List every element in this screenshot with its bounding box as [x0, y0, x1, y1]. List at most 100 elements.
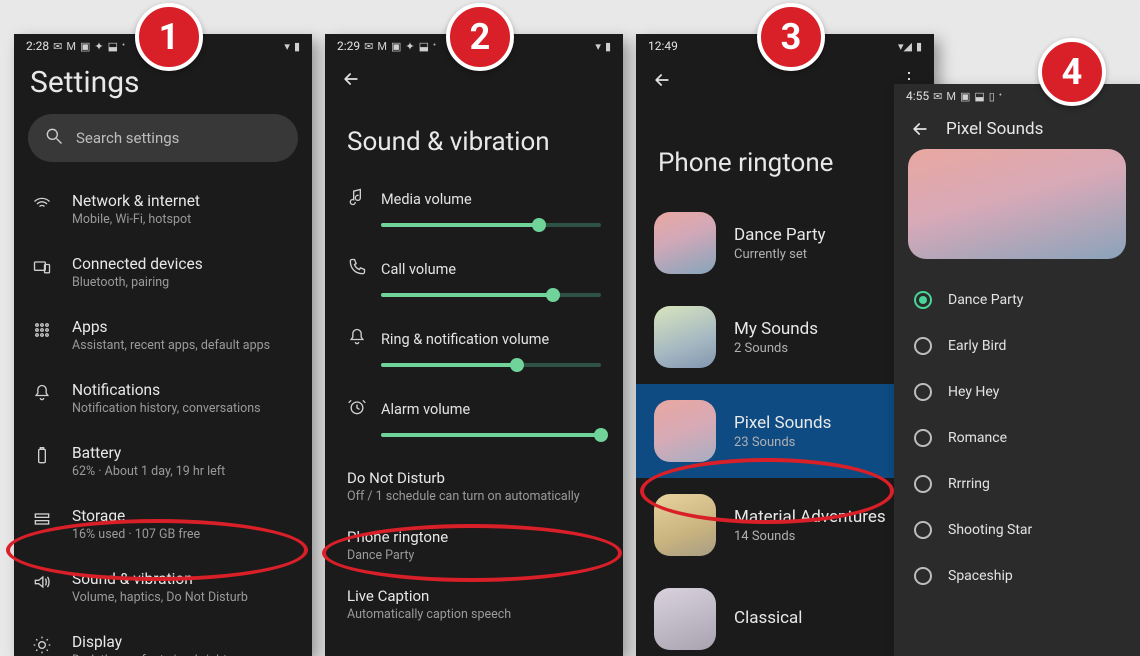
ringtone-option-label: Hey Hey: [948, 384, 999, 400]
slider-label: Call volume: [381, 261, 456, 278]
category-label: My Sounds: [734, 319, 818, 339]
status-icon: ⬓: [419, 40, 429, 53]
panel-1-settings: 2:28 ✉ M ▣ ✦ ⬓ • ▾ ▮ Settings Search set…: [14, 34, 312, 656]
slider-track[interactable]: [381, 363, 601, 367]
ringtone-category-material-adventures[interactable]: Material Adventures 14 Sounds: [636, 478, 934, 572]
slider-label: Alarm volume: [381, 401, 470, 418]
pref-item-phone-ringtone[interactable]: Phone ringtone Dance Party: [325, 516, 623, 575]
search-input[interactable]: Search settings: [28, 114, 298, 162]
page-title: Phone ringtone: [636, 98, 934, 196]
settings-item-label: Display: [72, 633, 254, 651]
ringtone-category-pixel-sounds[interactable]: Pixel Sounds 23 Sounds: [636, 384, 934, 478]
sliders-section: Media volume Call volume Ring & notifica…: [325, 177, 623, 457]
pref-sublabel: Dance Party: [347, 548, 601, 563]
category-label: Material Adventures: [734, 507, 886, 527]
ringtone-option-shooting-star[interactable]: Shooting Star: [908, 507, 1126, 553]
ringtone-category-classical[interactable]: Classical: [636, 572, 934, 656]
back-button[interactable]: [341, 69, 361, 89]
status-icon: ▣: [391, 40, 401, 53]
ringtone-option-spaceship[interactable]: Spaceship: [908, 553, 1126, 599]
ringtone-option-label: Dance Party: [948, 292, 1023, 308]
battery-icon: ▮: [294, 40, 300, 53]
category-thumbnail: [654, 306, 716, 368]
phone-icon: [347, 257, 365, 281]
slider-track[interactable]: [381, 433, 601, 437]
back-button[interactable]: [910, 119, 930, 139]
settings-item-label: Notifications: [72, 381, 261, 399]
pref-item-live-caption[interactable]: Live Caption Automatically caption speec…: [325, 575, 623, 634]
search-placeholder: Search settings: [76, 129, 179, 147]
category-sublabel: 23 Sounds: [734, 435, 831, 450]
radio-icon: [914, 383, 932, 401]
slider-label: Media volume: [381, 191, 472, 208]
battery-icon: ▮: [916, 40, 922, 53]
slider-track[interactable]: [381, 223, 601, 227]
ringtone-option-label: Shooting Star: [948, 522, 1032, 538]
status-dot-icon: •: [433, 41, 436, 51]
volume-slider-ring-notification-volume: Ring & notification volume: [325, 317, 623, 387]
settings-item-apps[interactable]: Apps Assistant, recent apps, default app…: [14, 304, 312, 367]
ringtone-option-early-bird[interactable]: Early Bird: [908, 323, 1126, 369]
back-button[interactable]: [652, 70, 672, 90]
pref-item-do-not-disturb[interactable]: Do Not Disturb Off / 1 schedule can turn…: [325, 457, 623, 516]
ringtone-option-label: Romance: [948, 430, 1007, 446]
signal-icon: ▾◢: [898, 40, 912, 53]
category-thumbnail: [654, 212, 716, 274]
step-badge-4: 4: [1038, 38, 1106, 106]
ringtone-option-label: Early Bird: [948, 338, 1006, 354]
settings-item-sublabel: Mobile, Wi-Fi, hotspot: [72, 212, 200, 227]
storage-icon: [32, 507, 54, 533]
category-sublabel: 2 Sounds: [734, 341, 818, 356]
ringtone-category-my-sounds[interactable]: My Sounds 2 Sounds: [636, 290, 934, 384]
settings-item-display[interactable]: Display Dark theme, font size, brightnes…: [14, 619, 312, 656]
ringtone-option-hey-hey[interactable]: Hey Hey: [908, 369, 1126, 415]
category-sublabel: 14 Sounds: [734, 529, 886, 544]
volume-slider-media-volume: Media volume: [325, 177, 623, 247]
volume-slider-call-volume: Call volume: [325, 247, 623, 317]
category-label: Classical: [734, 608, 802, 628]
ringtone-option-dance-party[interactable]: Dance Party: [908, 277, 1126, 323]
settings-item-sublabel: Volume, haptics, Do Not Disturb: [72, 590, 248, 605]
volume-icon: [32, 570, 54, 596]
radio-icon: [914, 567, 932, 585]
status-icon: ▯: [989, 90, 995, 103]
pref-label: Live Caption: [347, 587, 601, 605]
settings-item-label: Sound & vibration: [72, 570, 248, 588]
settings-item-sublabel: Notification history, conversations: [72, 401, 261, 416]
settings-item-sound-vibration[interactable]: Sound & vibration Volume, haptics, Do No…: [14, 556, 312, 619]
ringtone-option-rrrring[interactable]: Rrrring: [908, 461, 1126, 507]
settings-item-label: Apps: [72, 318, 270, 336]
apps-icon: [32, 318, 54, 344]
display-icon: [32, 633, 54, 656]
settings-item-sublabel: Bluetooth, pairing: [72, 275, 203, 290]
settings-item-storage[interactable]: Storage 16% used · 107 GB free: [14, 493, 312, 556]
radio-icon: [914, 429, 932, 447]
search-icon: [44, 126, 64, 150]
ringtone-option-label: Rrrring: [948, 476, 990, 492]
settings-item-network-internet[interactable]: Network & internet Mobile, Wi-Fi, hotspo…: [14, 178, 312, 241]
wifi-icon: ▾: [595, 40, 601, 53]
step-badge-2: 2: [446, 3, 514, 71]
category-sublabel: Currently set: [734, 247, 826, 262]
volume-slider-alarm-volume: Alarm volume: [325, 387, 623, 457]
status-time: 4:55: [906, 89, 929, 103]
status-icon: M: [946, 90, 956, 103]
appbar-title: Pixel Sounds: [946, 119, 1043, 139]
settings-item-battery[interactable]: Battery 62% · About 1 day, 19 hr left: [14, 430, 312, 493]
status-icon: ✉: [53, 40, 62, 53]
settings-item-notifications[interactable]: Notifications Notification history, conv…: [14, 367, 312, 430]
status-icon: ✉: [364, 40, 373, 53]
status-icon: ✉: [933, 90, 942, 103]
ringtone-option-romance[interactable]: Romance: [908, 415, 1126, 461]
category-thumbnail: [654, 588, 716, 650]
ringtone-category-dance-party[interactable]: Dance Party Currently set: [636, 196, 934, 290]
slider-track[interactable]: [381, 293, 601, 297]
settings-item-connected-devices[interactable]: Connected devices Bluetooth, pairing: [14, 241, 312, 304]
status-time: 2:28: [26, 39, 49, 53]
status-icon: ⬓: [108, 40, 118, 53]
status-time: 12:49: [648, 39, 678, 53]
category-label: Pixel Sounds: [734, 413, 831, 433]
settings-item-label: Battery: [72, 444, 225, 462]
panel-3-phone-ringtone: 12:49 ▾◢ ▮ ⋮ Phone ringtone Dance Party …: [636, 34, 934, 656]
step-badge-3: 3: [757, 3, 825, 71]
